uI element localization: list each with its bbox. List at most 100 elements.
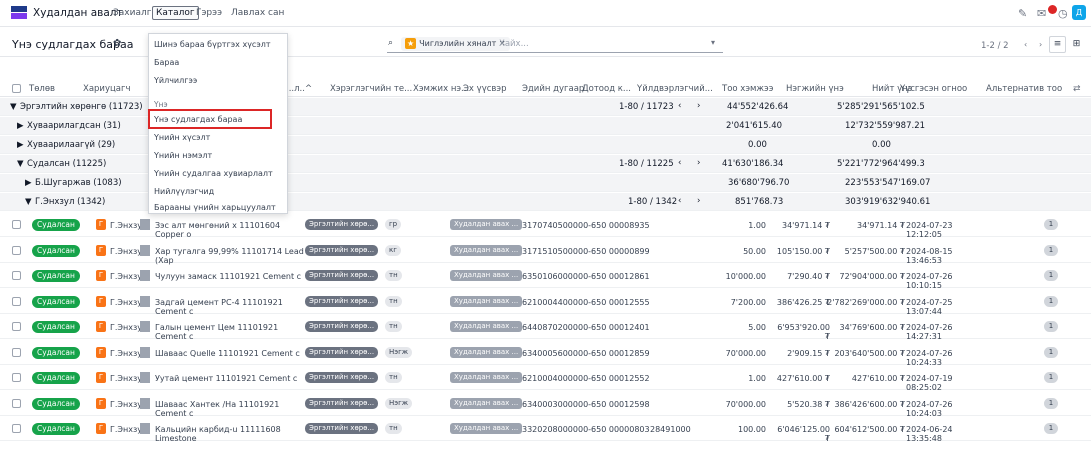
product-name[interactable]: Кальцийн карбид-u 11111608 Limestone bbox=[155, 425, 305, 443]
status-badge: Судалсан bbox=[32, 245, 80, 257]
col-category[interactable]: Хэрэглэгчийн те... bbox=[330, 84, 412, 94]
created-date: 2024-07-26 10:10:15 bbox=[906, 272, 953, 290]
group-label[interactable]: Б.Шугаржав (1083) bbox=[35, 178, 122, 188]
menu-item-services[interactable]: Үйлчилгээ bbox=[154, 76, 197, 85]
row-checkbox[interactable] bbox=[12, 271, 21, 280]
prev-page-icon[interactable]: ‹ bbox=[678, 101, 681, 111]
group-pager[interactable]: 1-80 / 11723 bbox=[619, 102, 674, 112]
prev-page-icon[interactable]: ‹ bbox=[1024, 40, 1027, 49]
col-responsible[interactable]: Хариуцагч bbox=[83, 84, 130, 94]
col-uom[interactable]: Хэмжих нэ... bbox=[413, 84, 469, 94]
product-name[interactable]: Шавааc Quelle 11101921 Cement c bbox=[155, 349, 305, 358]
prev-page-icon[interactable]: ‹ bbox=[678, 158, 681, 168]
alternative-count-badge[interactable]: 1 bbox=[1044, 219, 1058, 230]
quantity: 10'000.00 bbox=[725, 272, 766, 281]
col-alternative-count[interactable]: Альтернатив тоо bbox=[986, 84, 1062, 94]
alternative-count-badge[interactable]: 1 bbox=[1044, 423, 1058, 434]
menu-item-price-addition[interactable]: Үнийн нэмэлт bbox=[154, 151, 212, 160]
alternative-count-badge[interactable]: 1 bbox=[1044, 321, 1058, 332]
list-view-icon[interactable]: ≡ bbox=[1049, 36, 1066, 53]
group-arrow-icon[interactable]: ▼ bbox=[10, 102, 17, 112]
alternative-count-badge[interactable]: 1 bbox=[1044, 270, 1058, 281]
menu-contracts[interactable]: Гэрээ bbox=[196, 8, 222, 18]
menu-catalog[interactable]: Каталог bbox=[152, 6, 199, 20]
menu-orders[interactable]: Захиалга bbox=[113, 8, 157, 18]
pager-value[interactable]: 1-2 / 2 bbox=[981, 41, 1009, 51]
group-label[interactable]: Эргэлтийн хөрөнгө (11723) bbox=[20, 102, 143, 112]
group-qty: 0.00 bbox=[748, 140, 767, 150]
group-pager[interactable]: 1-80 / 1342 bbox=[628, 197, 677, 207]
gear-icon[interactable]: ✿ bbox=[113, 38, 121, 49]
search-input[interactable]: Хайх... bbox=[499, 39, 529, 49]
app-logo-icon[interactable] bbox=[11, 6, 27, 19]
col-quantity[interactable]: Тоо хэмжээ bbox=[722, 84, 773, 94]
menu-item-price-study-allocation[interactable]: Үнийн судалгаа хувиарлалт bbox=[154, 169, 273, 178]
col-manufacturer[interactable]: Үйлдвэрлэгчий... bbox=[637, 84, 713, 94]
total-price: 34'971.14 ₮ bbox=[856, 221, 905, 230]
row-checkbox[interactable] bbox=[12, 373, 21, 382]
product-name[interactable]: Уутай цемент 11101921 Cement c bbox=[155, 374, 305, 383]
group-arrow-icon[interactable]: ▶ bbox=[25, 178, 32, 188]
alternative-count-badge[interactable]: 1 bbox=[1044, 398, 1058, 409]
search-filter-chip[interactable]: ★ Чиглэлийн хяналт ✕ bbox=[401, 37, 510, 51]
row-checkbox[interactable] bbox=[12, 297, 21, 306]
alternative-count-badge[interactable]: 1 bbox=[1044, 245, 1058, 256]
menu-item-price-request[interactable]: Үнийн хүсэлт bbox=[154, 133, 210, 142]
alternative-count-badge[interactable]: 1 bbox=[1044, 372, 1058, 383]
row-checkbox[interactable] bbox=[12, 424, 21, 433]
prev-page-icon[interactable]: ‹ bbox=[678, 196, 681, 206]
col-unit-price[interactable]: Нэгжийн үнэ bbox=[786, 84, 844, 94]
next-page-icon[interactable]: › bbox=[1039, 40, 1042, 49]
chat-icon[interactable]: ✉ bbox=[1037, 7, 1046, 20]
chevron-down-icon[interactable]: ▾ bbox=[711, 38, 715, 47]
select-all-checkbox[interactable] bbox=[12, 84, 21, 93]
row-checkbox[interactable] bbox=[12, 348, 21, 357]
col-internal-code[interactable]: Дотоод к... bbox=[582, 84, 631, 94]
menu-item-price-comparison[interactable]: Барааны үнийн харьцуулалт bbox=[154, 203, 276, 212]
total-price: 5'257'500.00 ₮ bbox=[844, 247, 905, 256]
group-arrow-icon[interactable]: ▼ bbox=[17, 159, 24, 169]
alternative-count-badge[interactable]: 1 bbox=[1044, 296, 1058, 307]
product-name[interactable]: Галын цемент Цем 11101921 Cement c bbox=[155, 323, 305, 341]
menu-item-suppliers[interactable]: Нийлүүлэгчид bbox=[154, 187, 214, 196]
group-arrow-icon[interactable]: ▶ bbox=[17, 140, 24, 150]
col-name[interactable]: ...л..^ bbox=[286, 84, 312, 94]
search-box[interactable]: ⌕ ★ Чиглэлийн хяналт ✕ Хайх... ▾ bbox=[387, 36, 723, 53]
col-item-number[interactable]: Эдийн дугаар bbox=[522, 84, 584, 94]
product-name[interactable]: Чулуун замаск 11101921 Cement c bbox=[155, 272, 305, 281]
edit-icon[interactable]: ✎ bbox=[1018, 7, 1027, 20]
alternative-count-badge[interactable]: 1 bbox=[1044, 347, 1058, 358]
menu-item-new-product-request[interactable]: Шинэ бараа бүртгэх хүсэлт bbox=[154, 40, 271, 49]
group-label[interactable]: Хуваарилаагүй (29) bbox=[27, 140, 115, 150]
col-source[interactable]: Эх үүсвэр bbox=[463, 84, 506, 94]
group-total: 0.00 bbox=[872, 140, 891, 150]
col-status[interactable]: Төлөв bbox=[29, 84, 55, 94]
product-image-icon bbox=[140, 270, 150, 281]
total-price: 203'640'500.00 ₮ bbox=[834, 349, 905, 358]
group-arrow-icon[interactable]: ▼ bbox=[25, 197, 32, 207]
next-page-icon[interactable]: › bbox=[697, 158, 700, 168]
row-checkbox[interactable] bbox=[12, 220, 21, 229]
group-label[interactable]: Судалсан (11225) bbox=[27, 159, 106, 169]
row-checkbox[interactable] bbox=[12, 399, 21, 408]
group-label[interactable]: Г.Энхзул (1342) bbox=[35, 197, 105, 207]
product-name[interactable]: Зэс алт мөнгөний х 11101604 Copper o bbox=[155, 221, 305, 239]
avatar[interactable]: Д bbox=[1072, 5, 1086, 20]
item-code: 3320208000000-650 00000803 bbox=[522, 425, 650, 434]
row-checkbox[interactable] bbox=[12, 246, 21, 255]
next-page-icon[interactable]: › bbox=[697, 101, 700, 111]
menu-reference[interactable]: Лавлах сан bbox=[231, 8, 284, 18]
group-label[interactable]: Хуваарилагдсан (31) bbox=[27, 121, 121, 131]
group-arrow-icon[interactable]: ▶ bbox=[17, 121, 24, 131]
pivot-view-icon[interactable]: ⊞ bbox=[1068, 36, 1085, 53]
source-tag: Худалдан авах ... bbox=[450, 423, 523, 434]
next-page-icon[interactable]: › bbox=[697, 196, 700, 206]
row-checkbox[interactable] bbox=[12, 322, 21, 331]
user-avatar-icon: Г bbox=[96, 398, 106, 409]
clock-icon[interactable]: ◷ bbox=[1058, 7, 1068, 20]
menu-item-products[interactable]: Бараа bbox=[154, 58, 179, 67]
column-settings-icon[interactable]: ⇄ bbox=[1073, 84, 1081, 94]
group-pager[interactable]: 1-80 / 11225 bbox=[619, 159, 674, 169]
col-created-date[interactable]: Үүсгэсэн огноо bbox=[900, 84, 967, 94]
app-name[interactable]: Худалдан авалт bbox=[33, 7, 123, 19]
